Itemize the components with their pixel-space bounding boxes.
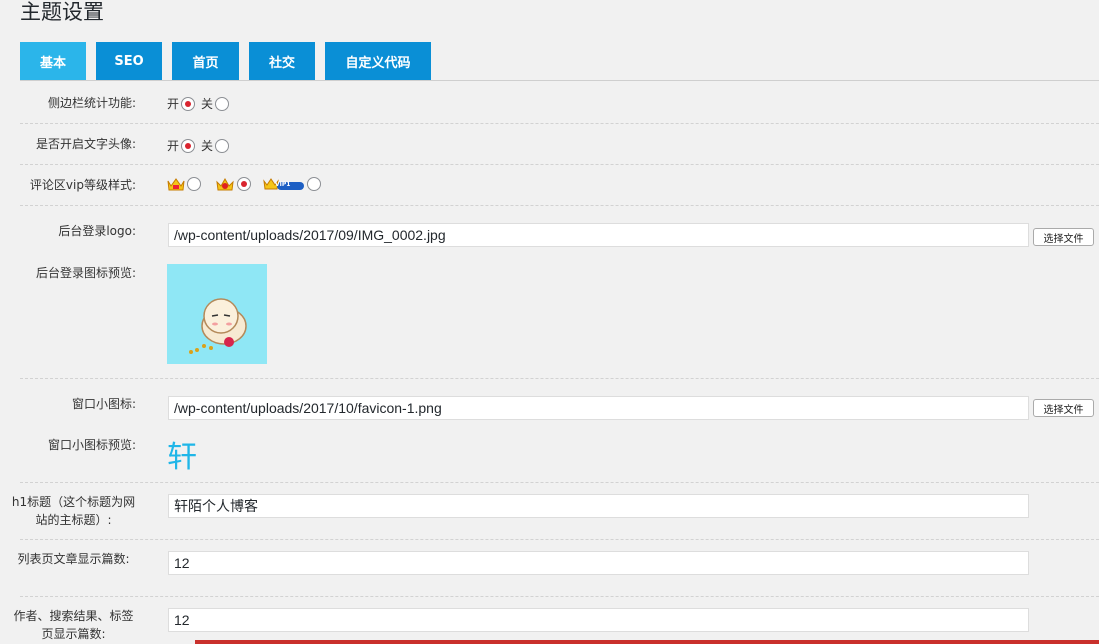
h1-title-row: h1标题（这个标题为网站的主标题）: 轩陌个人博客 <box>12 483 1099 540</box>
h1-title-input[interactable]: 轩陌个人博客 <box>168 494 1029 518</box>
sidebar-stats-off-label: 关 <box>201 97 214 111</box>
text-avatar-on-label: 开 <box>167 139 180 153</box>
login-logo-row: 后台登录logo: /wp-content/uploads/2017/09/IM… <box>20 206 1099 379</box>
tab-home[interactable]: 首页 <box>172 42 239 80</box>
text-avatar-row: 是否开启文字头像: 开 关 <box>20 124 1099 165</box>
tab-bar: 基本 SEO 首页 社交 自定义代码 <box>20 42 431 80</box>
favicon-choose-file-button[interactable]: 选择文件 <box>1033 399 1094 417</box>
text-avatar-radios: 开 关 <box>167 137 235 154</box>
tab-social[interactable]: 社交 <box>249 42 315 80</box>
sidebar-stats-on-label: 开 <box>167 97 180 111</box>
archive-count-label: 作者、搜索结果、标签页显示篇数: <box>13 609 134 641</box>
vip-style-radio-3[interactable] <box>307 177 321 191</box>
favicon-label: 窗口小图标: <box>71 397 136 411</box>
h1-title-label: h1标题（这个标题为网站的主标题）: <box>11 495 136 527</box>
text-avatar-label: 是否开启文字头像: <box>35 137 136 151</box>
login-logo-label: 后台登录logo: <box>58 224 136 238</box>
sidebar-stats-row: 侧边栏统计功能: 开 关 <box>20 81 1099 124</box>
login-preview-label: 后台登录图标预览: <box>35 266 136 280</box>
archive-count-input[interactable]: 12 <box>168 608 1029 632</box>
list-count-row: 列表页文章显示篇数: 12 <box>17 540 1099 597</box>
tab-basic[interactable]: 基本 <box>20 42 86 80</box>
vip-style-label: 评论区vip等级样式: <box>29 178 136 192</box>
login-logo-choose-file-button[interactable]: 选择文件 <box>1033 228 1094 246</box>
vip1-badge-text: VIP1 <box>275 181 291 188</box>
login-preview-image <box>167 264 267 364</box>
crown-small-icon <box>167 178 185 191</box>
bottom-edge <box>0 639 1099 644</box>
favicon-preview-label: 窗口小图标预览: <box>47 438 136 452</box>
sidebar-stats-on-radio[interactable] <box>181 96 196 111</box>
vip-style-radio-2[interactable] <box>237 177 251 191</box>
tab-seo[interactable]: SEO <box>96 42 162 80</box>
sidebar-stats-label: 侧边栏统计功能: <box>47 96 136 110</box>
bottom-red-bar <box>195 640 1099 644</box>
sidebar-stats-off-radio[interactable] <box>215 96 230 111</box>
favicon-preview-glyph: 轩 <box>167 440 197 475</box>
crown-red-icon <box>216 177 234 191</box>
favicon-row: 窗口小图标: /wp-content/uploads/2017/10/favic… <box>20 379 1099 483</box>
login-logo-input[interactable]: /wp-content/uploads/2017/09/IMG_0002.jpg <box>168 223 1029 247</box>
favicon-input[interactable]: /wp-content/uploads/2017/10/favicon-1.pn… <box>168 396 1029 420</box>
vip-style-row: 评论区vip等级样式: VIP1 <box>20 165 1099 206</box>
text-avatar-off-label: 关 <box>201 139 214 153</box>
archive-count-row: 作者、搜索结果、标签页显示篇数: 12 <box>13 597 1099 644</box>
tab-custom-code[interactable]: 自定义代码 <box>325 42 431 80</box>
sidebar-stats-radios: 开 关 <box>167 95 235 112</box>
vip-style-radio-1[interactable] <box>187 177 201 191</box>
list-count-input[interactable]: 12 <box>168 551 1029 575</box>
cartoon-character-image <box>189 298 247 354</box>
list-count-label: 列表页文章显示篇数: <box>17 552 130 566</box>
page-title: 主题设置 <box>20 0 104 24</box>
vip-style-radios: VIP1 <box>167 177 327 191</box>
text-avatar-off-radio[interactable] <box>215 138 230 153</box>
text-avatar-on-radio[interactable] <box>181 138 196 153</box>
